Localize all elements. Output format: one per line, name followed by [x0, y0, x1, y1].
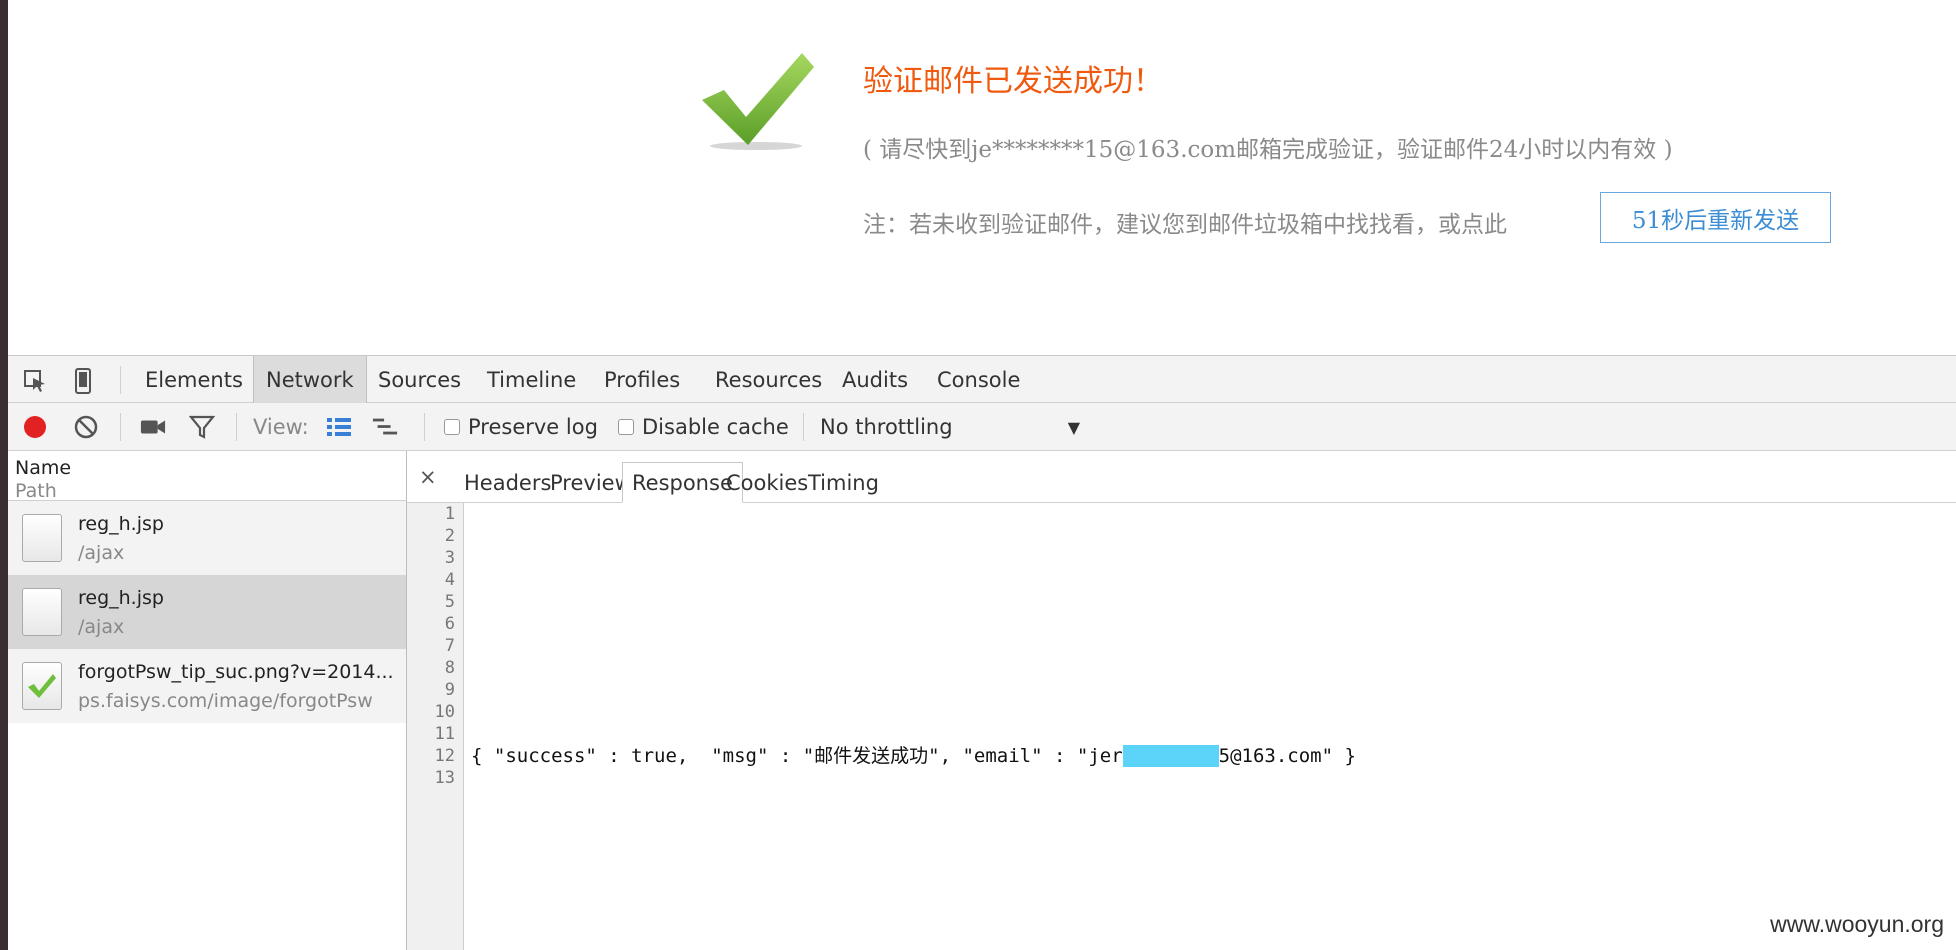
close-icon[interactable]: ×	[419, 465, 437, 489]
throttling-value: No throttling	[820, 415, 953, 439]
request-list-header[interactable]: Name Path	[8, 451, 406, 502]
request-list: Name Path reg_h.jsp /ajax reg_h.jsp /aja…	[8, 451, 407, 950]
separator	[120, 413, 121, 441]
line-number: 5	[444, 592, 455, 612]
file-icon	[22, 514, 62, 562]
tab-console[interactable]: Console	[925, 356, 1032, 403]
checkmark-icon	[702, 53, 814, 150]
tab-sources[interactable]: Sources	[366, 356, 473, 403]
view-label: View:	[253, 415, 309, 439]
line-number: 11	[434, 724, 455, 744]
line-number: 7	[444, 636, 455, 656]
response-json-prefix: { "success" : true, "msg" : "邮件发送成功", "e…	[471, 745, 1123, 767]
disable-cache-checkbox[interactable]: Disable cache	[618, 413, 789, 441]
page-subtitle: ( 请尽快到je********15@163.com邮箱完成验证，验证邮件24小…	[863, 137, 1673, 163]
tab-elements[interactable]: Elements	[133, 356, 255, 403]
request-path: /ajax	[78, 616, 125, 638]
separator	[236, 413, 237, 441]
throttling-select[interactable]: No throttling ▼	[820, 413, 1080, 441]
resend-note: 注：若未收到验证邮件，建议您到邮件垃圾箱中找找看，或点此	[863, 212, 1507, 238]
tab-resources[interactable]: Resources	[703, 356, 834, 403]
request-row[interactable]: reg_h.jsp /ajax	[8, 501, 406, 575]
response-code-line[interactable]: { "success" : true, "msg" : "邮件发送成功", "e…	[471, 745, 1356, 767]
filter-icon[interactable]	[189, 414, 215, 440]
checkbox-icon	[618, 419, 634, 435]
response-json-suffix: 5@163.com" }	[1218, 745, 1356, 767]
request-name: forgotPsw_tip_suc.png?v=2014...	[78, 661, 394, 683]
watermark: www.wooyun.org	[1770, 911, 1944, 937]
line-number-gutter: 1 2 3 4 5 6 7 8 9 10 11 12 13	[407, 503, 464, 950]
overview-icon[interactable]	[372, 414, 398, 440]
request-path: /ajax	[78, 542, 125, 564]
device-mode-icon[interactable]	[70, 368, 96, 394]
large-rows-icon[interactable]	[326, 414, 352, 440]
checkbox-icon	[444, 419, 460, 435]
tab-audits[interactable]: Audits	[830, 356, 920, 403]
line-number: 8	[444, 658, 455, 678]
detail-tabbar: × Headers Preview Response Cookies Timin…	[407, 451, 1956, 503]
dropdown-arrow-icon: ▼	[1067, 417, 1080, 437]
page-content: 验证邮件已发送成功！ ( 请尽快到je********15@163.com邮箱完…	[8, 0, 1956, 355]
page-title: 验证邮件已发送成功！	[863, 64, 1163, 99]
line-number: 6	[444, 614, 455, 634]
line-number: 2	[444, 526, 455, 546]
line-number: 10	[434, 702, 455, 722]
clear-icon[interactable]	[73, 414, 99, 440]
request-name: reg_h.jsp	[78, 587, 164, 609]
line-number: 3	[444, 548, 455, 568]
image-thumbnail-icon	[22, 662, 62, 710]
line-number: 9	[444, 680, 455, 700]
separator	[424, 413, 425, 441]
inspect-element-icon[interactable]	[22, 368, 48, 394]
tab-timing[interactable]: Timing	[799, 462, 888, 503]
request-row[interactable]: forgotPsw_tip_suc.png?v=2014... ps.faisy…	[8, 649, 406, 723]
line-number: 12	[434, 746, 455, 766]
devtools-panel: Elements Network Sources Timeline Profil…	[8, 355, 1956, 950]
disable-cache-label: Disable cache	[642, 415, 789, 439]
request-name: reg_h.jsp	[78, 513, 164, 535]
separator	[803, 413, 804, 441]
request-path: ps.faisys.com/image/forgotPsw	[78, 690, 373, 712]
devtools-tabbar: Elements Network Sources Timeline Profil…	[8, 355, 1956, 403]
preserve-log-label: Preserve log	[468, 415, 598, 439]
network-toolbar: View: Preserve log Disable cache No thro…	[8, 403, 1956, 451]
resend-button[interactable]: 51秒后重新发送	[1600, 192, 1831, 243]
column-path-header: Path	[15, 480, 57, 502]
preserve-log-checkbox[interactable]: Preserve log	[444, 413, 598, 441]
line-number: 1	[444, 504, 455, 524]
tab-network[interactable]: Network	[253, 356, 367, 403]
record-icon[interactable]	[22, 414, 48, 440]
column-name-header: Name	[15, 457, 72, 479]
request-detail-pane: × Headers Preview Response Cookies Timin…	[407, 451, 1956, 950]
window-left-edge	[0, 0, 8, 950]
request-row-selected[interactable]: reg_h.jsp /ajax	[8, 575, 406, 649]
file-icon	[22, 588, 62, 636]
line-number: 4	[444, 570, 455, 590]
line-number: 13	[434, 768, 455, 788]
separator	[120, 366, 121, 394]
tab-timeline[interactable]: Timeline	[475, 356, 588, 403]
capture-screenshots-icon[interactable]	[140, 414, 166, 440]
tab-profiles[interactable]: Profiles	[592, 356, 692, 403]
redaction-box	[1122, 745, 1219, 767]
